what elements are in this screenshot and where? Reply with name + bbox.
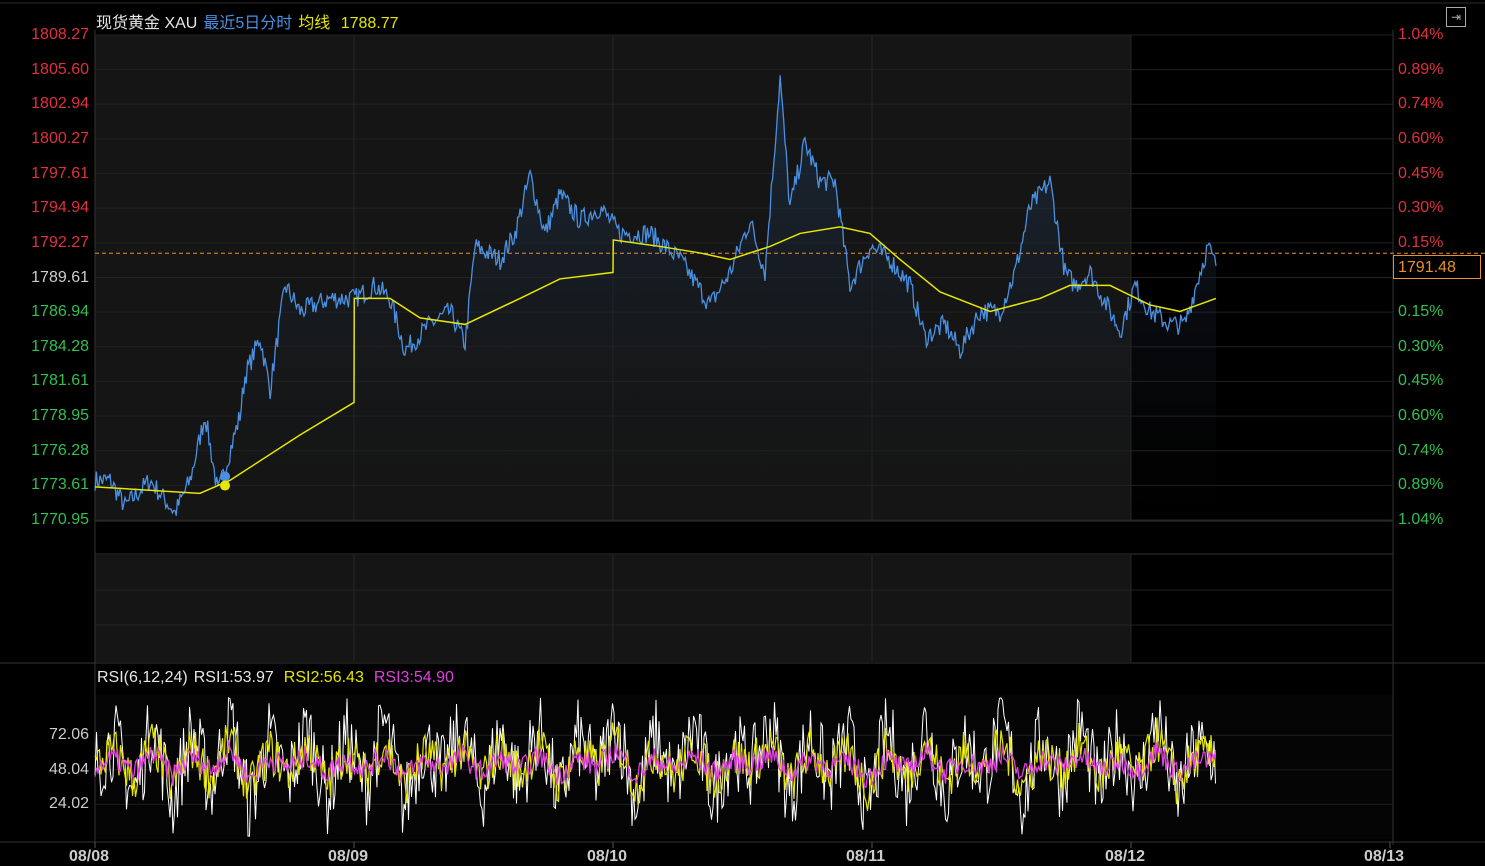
x-tick-label: 08/10 xyxy=(587,848,628,865)
y-tick-label: 1781.61 xyxy=(31,372,89,390)
y-tick-label: 1794.94 xyxy=(31,199,89,217)
rsi2-value: RSI2:56.43 xyxy=(283,669,364,686)
rsi-tick-label: 72.06 xyxy=(48,726,89,744)
pct-tick-label: 0.74% xyxy=(1398,95,1444,113)
chart-canvas xyxy=(0,2,1485,848)
instrument-name: 现货黄金 XAU xyxy=(96,15,198,32)
rsi-header: RSI(6,12,24) RSI1:53.97 RSI2:56.43 RSI3:54.… xyxy=(97,669,464,687)
pct-tick-label: 1.04% xyxy=(1398,26,1444,43)
avg-value: 1788.77 xyxy=(340,15,399,32)
x-tick-label: 08/13 xyxy=(1364,848,1405,865)
period-label[interactable]: 最近5日分时 xyxy=(203,15,292,32)
pct-tick-label: 0.60% xyxy=(1398,407,1444,425)
pct-tick-label: 0.89% xyxy=(1398,476,1444,494)
pct-tick-label: 0.30% xyxy=(1398,199,1444,217)
pct-tick-label: 0.74% xyxy=(1398,441,1444,459)
pct-tick-label: 0.45% xyxy=(1398,164,1444,182)
pct-tick-label: 0.30% xyxy=(1398,337,1444,355)
pct-tick-label: 0.60% xyxy=(1398,129,1444,147)
price-marker xyxy=(220,471,231,482)
rsi-tick-label: 24.02 xyxy=(48,795,89,813)
avg-label: 均线 xyxy=(298,15,331,32)
y-tick-label: 1789.61 xyxy=(31,268,89,286)
y-tick-label: 1805.60 xyxy=(31,60,89,78)
y-tick-label: 1797.61 xyxy=(31,164,89,182)
average-marker xyxy=(220,480,231,491)
pct-tick-label: 0.89% xyxy=(1398,60,1444,78)
y-tick-label: 1808.27 xyxy=(31,26,89,43)
y-tick-label: 1773.61 xyxy=(31,476,89,494)
x-tick-label: 08/12 xyxy=(1105,848,1146,865)
pct-tick-label: 0.45% xyxy=(1398,372,1444,390)
pct-tick-label: 1.04% xyxy=(1398,511,1444,528)
expand-icon[interactable]: ⇥ xyxy=(1446,7,1466,27)
y-tick-label: 1800.27 xyxy=(31,129,89,147)
x-tick-label: 08/11 xyxy=(846,848,886,865)
pct-tick-label: 0.15% xyxy=(1398,233,1444,251)
rsi1-value: RSI1:53.97 xyxy=(193,669,274,686)
y-tick-label: 1778.95 xyxy=(31,407,89,425)
y-tick-label: 1792.27 xyxy=(31,233,89,251)
x-tick-label: 08/08 xyxy=(69,848,110,865)
rsi-params[interactable]: RSI(6,12,24) xyxy=(97,669,188,686)
y-tick-label: 1802.94 xyxy=(31,95,89,113)
pct-tick-label: 0.15% xyxy=(1398,303,1444,321)
current-price-label: 1791.48 xyxy=(1393,255,1481,279)
rsi3-value: RSI3:54.90 xyxy=(373,669,454,686)
y-tick-label: 1786.94 xyxy=(31,303,89,321)
y-tick-label: 1770.95 xyxy=(31,511,89,528)
x-tick-label: 08/09 xyxy=(328,848,369,865)
y-tick-label: 1776.28 xyxy=(31,441,89,459)
y-tick-label: 1784.28 xyxy=(31,337,89,355)
chart-header: 现货黄金 XAU 最近5日分时 均线 1788.77 xyxy=(96,9,405,33)
rsi-tick-label: 48.04 xyxy=(48,760,89,778)
